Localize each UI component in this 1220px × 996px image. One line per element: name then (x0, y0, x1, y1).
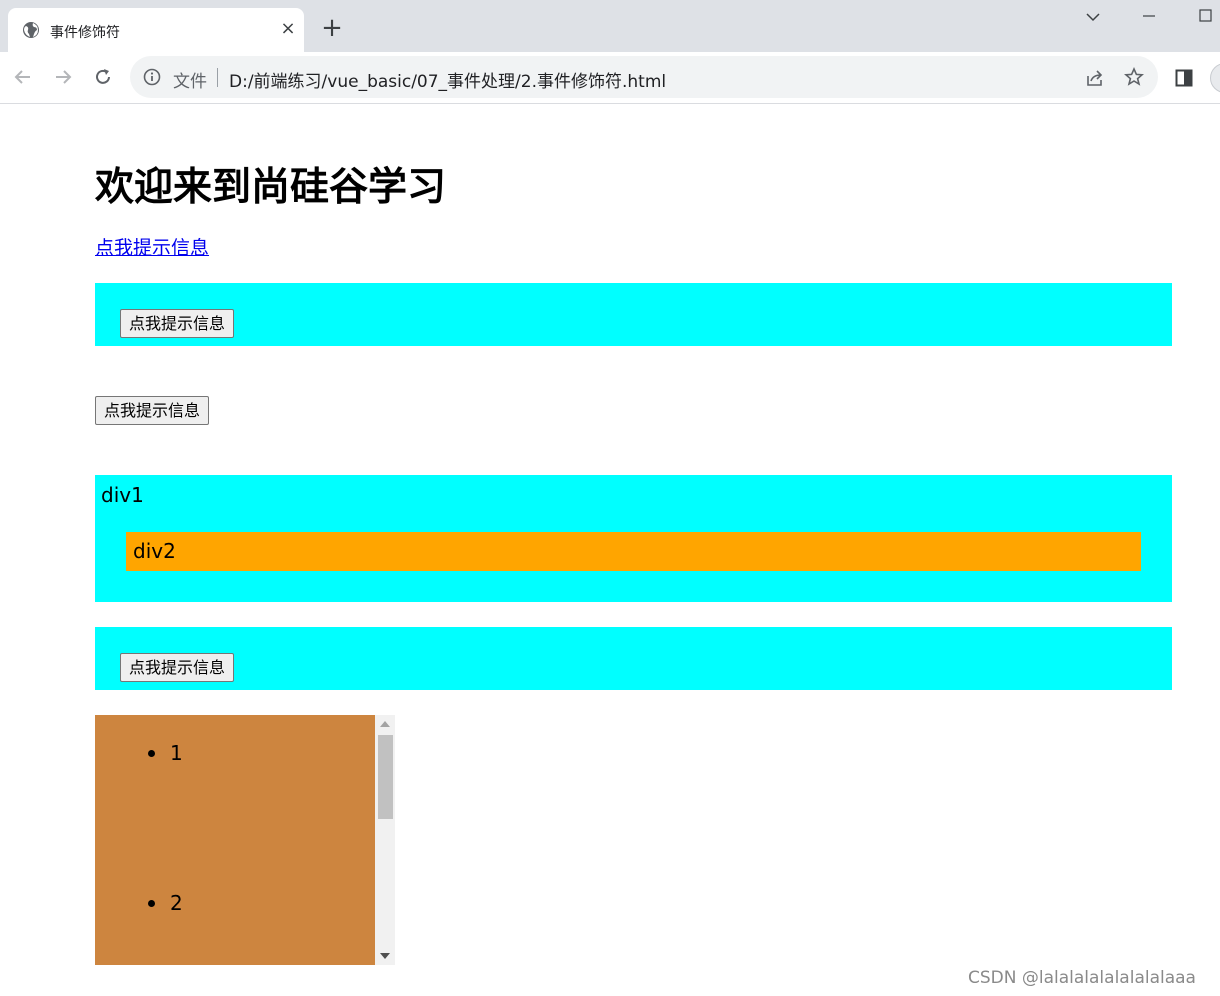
tab-strip: 事件修饰符 × + (0, 0, 1220, 52)
prevent-demo-panel: 点我提示信息 (95, 283, 1172, 346)
browser-toolbar: 文件 D:/前端练习/vue_basic/07_事件处理/2.事件修饰符.htm… (0, 52, 1220, 104)
side-panel-icon[interactable] (1175, 69, 1193, 87)
url-text[interactable]: D:/前端练习/vue_basic/07_事件处理/2.事件修饰符.html (229, 67, 666, 92)
maximize-icon[interactable] (1192, 8, 1220, 28)
globe-icon (23, 22, 39, 38)
once-demo-panel: 点我提示信息 (95, 627, 1172, 690)
browser-tab[interactable]: 事件修饰符 × (8, 8, 304, 52)
scroll-thumb[interactable] (378, 735, 393, 819)
show-info-button-2[interactable]: 点我提示信息 (95, 396, 210, 425)
scroll-down-arrow-icon[interactable] (380, 953, 390, 959)
div1-panel[interactable]: div1 div2 (95, 475, 1172, 602)
address-bar[interactable]: 文件 D:/前端练习/vue_basic/07_事件处理/2.事件修饰符.htm… (130, 56, 1158, 98)
address-separator (217, 68, 218, 87)
div2-panel[interactable]: div2 (126, 532, 1141, 571)
minimize-icon[interactable] (1135, 8, 1163, 28)
page-title: 欢迎来到尚硅谷学习 (95, 165, 447, 210)
show-info-button-1[interactable]: 点我提示信息 (120, 309, 235, 338)
tab-title: 事件修饰符 (50, 25, 120, 41)
list-item: 2 (170, 891, 183, 915)
div1-label: div1 (101, 483, 144, 507)
list-bullet (148, 900, 155, 907)
reload-icon[interactable] (91, 65, 115, 89)
csdn-watermark: CSDN @lalalalalalalalalaaa (968, 968, 1196, 988)
security-label: 文件 (173, 72, 207, 92)
div2-label: div2 (133, 539, 176, 563)
new-tab-button[interactable]: + (318, 14, 346, 42)
alert-link[interactable]: 点我提示信息 (95, 233, 209, 260)
share-icon[interactable] (1085, 68, 1105, 88)
star-icon[interactable] (1124, 67, 1144, 87)
list-item: 1 (170, 741, 183, 765)
tab-close-icon[interactable]: × (278, 18, 298, 40)
scroll-list[interactable]: 1 2 (95, 715, 395, 965)
show-info-button-3[interactable]: 点我提示信息 (120, 653, 235, 682)
back-icon[interactable] (11, 65, 35, 89)
tab-search-icon[interactable] (1079, 8, 1107, 28)
list-bullet (148, 750, 155, 757)
forward-icon[interactable] (51, 65, 75, 89)
profile-avatar[interactable] (1210, 63, 1220, 93)
scroll-up-arrow-icon[interactable] (380, 721, 390, 727)
info-icon[interactable] (143, 68, 161, 86)
list-scrollbar[interactable] (375, 715, 395, 965)
